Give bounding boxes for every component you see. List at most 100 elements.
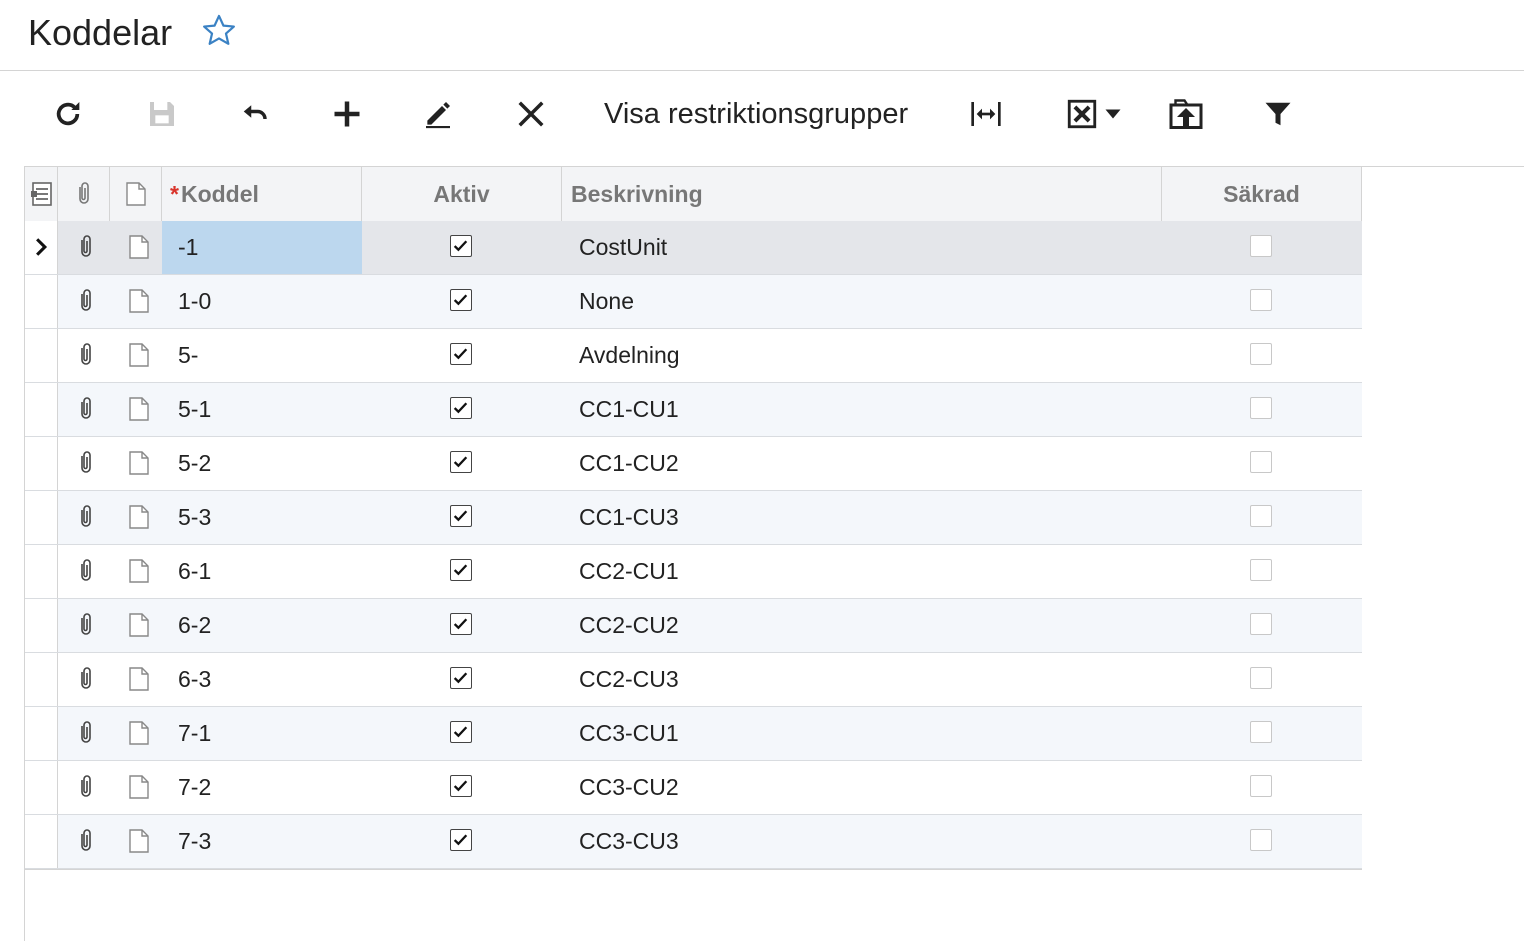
beskrivning-cell[interactable]: CC1-CU1 bbox=[562, 383, 1162, 436]
paperclip-icon[interactable] bbox=[75, 396, 97, 427]
sakrad-checkbox[interactable] bbox=[1250, 343, 1272, 365]
row-selector[interactable] bbox=[25, 599, 58, 652]
document-icon[interactable] bbox=[128, 666, 150, 697]
table-row[interactable]: 6-3 CC2-CU3 bbox=[25, 653, 1362, 707]
paperclip-icon[interactable] bbox=[75, 342, 97, 373]
aktiv-checkbox[interactable] bbox=[450, 559, 472, 581]
document-icon[interactable] bbox=[128, 774, 150, 805]
paperclip-icon[interactable] bbox=[75, 504, 97, 535]
aktiv-checkbox[interactable] bbox=[450, 721, 472, 743]
row-selector[interactable] bbox=[25, 275, 58, 328]
paperclip-icon[interactable] bbox=[75, 612, 97, 643]
koddel-cell[interactable]: 5-3 bbox=[162, 491, 362, 544]
beskrivning-cell[interactable]: CC2-CU2 bbox=[562, 599, 1162, 652]
sakrad-checkbox[interactable] bbox=[1250, 235, 1272, 257]
document-icon[interactable] bbox=[128, 720, 150, 751]
koddel-cell[interactable]: 5-1 bbox=[162, 383, 362, 436]
sakrad-checkbox[interactable] bbox=[1250, 451, 1272, 473]
sakrad-checkbox[interactable] bbox=[1250, 721, 1272, 743]
table-row[interactable]: 5-2 CC1-CU2 bbox=[25, 437, 1362, 491]
row-selector[interactable] bbox=[25, 221, 58, 274]
row-selector[interactable] bbox=[25, 653, 58, 706]
document-icon[interactable] bbox=[128, 558, 150, 589]
undo-button[interactable] bbox=[233, 92, 277, 136]
paperclip-icon[interactable] bbox=[75, 288, 97, 319]
delete-button[interactable] bbox=[509, 92, 553, 136]
row-selector[interactable] bbox=[25, 329, 58, 382]
filter-button[interactable] bbox=[1256, 92, 1300, 136]
sakrad-checkbox[interactable] bbox=[1250, 289, 1272, 311]
sakrad-checkbox[interactable] bbox=[1250, 613, 1272, 635]
row-selector[interactable] bbox=[25, 437, 58, 490]
upload-button[interactable] bbox=[1164, 92, 1208, 136]
koddel-cell[interactable]: -1 bbox=[162, 221, 362, 274]
favorite-star-icon[interactable] bbox=[200, 12, 238, 50]
koddel-cell[interactable]: 5-2 bbox=[162, 437, 362, 490]
paperclip-icon[interactable] bbox=[75, 558, 97, 589]
koddel-cell[interactable]: 7-2 bbox=[162, 761, 362, 814]
koddel-cell[interactable]: 6-2 bbox=[162, 599, 362, 652]
row-selector[interactable] bbox=[25, 545, 58, 598]
refresh-button[interactable] bbox=[46, 92, 90, 136]
row-selector[interactable] bbox=[25, 815, 58, 868]
export-excel-button[interactable] bbox=[1058, 92, 1128, 136]
table-row[interactable]: 5- Avdelning bbox=[25, 329, 1362, 383]
paperclip-icon[interactable] bbox=[75, 450, 97, 481]
row-selector[interactable] bbox=[25, 491, 58, 544]
beskrivning-cell[interactable]: CC2-CU1 bbox=[562, 545, 1162, 598]
koddel-cell[interactable]: 5- bbox=[162, 329, 362, 382]
document-icon[interactable] bbox=[128, 288, 150, 319]
table-row[interactable]: 1-0 None bbox=[25, 275, 1362, 329]
beskrivning-cell[interactable]: CostUnit bbox=[562, 221, 1162, 274]
document-icon[interactable] bbox=[128, 504, 150, 535]
beskrivning-cell[interactable]: None bbox=[562, 275, 1162, 328]
fit-columns-button[interactable] bbox=[964, 92, 1008, 136]
sakrad-checkbox[interactable] bbox=[1250, 505, 1272, 527]
sakrad-checkbox[interactable] bbox=[1250, 559, 1272, 581]
document-icon[interactable] bbox=[128, 234, 150, 265]
koddel-cell[interactable]: 6-1 bbox=[162, 545, 362, 598]
sakrad-checkbox[interactable] bbox=[1250, 775, 1272, 797]
paperclip-icon[interactable] bbox=[75, 666, 97, 697]
row-selector-header[interactable] bbox=[25, 167, 58, 221]
aktiv-checkbox[interactable] bbox=[450, 829, 472, 851]
table-row[interactable]: -1 CostUnit bbox=[25, 221, 1362, 275]
koddel-cell[interactable]: 1-0 bbox=[162, 275, 362, 328]
document-icon[interactable] bbox=[128, 396, 150, 427]
table-row[interactable]: 5-3 CC1-CU3 bbox=[25, 491, 1362, 545]
row-selector[interactable] bbox=[25, 707, 58, 760]
sakrad-checkbox[interactable] bbox=[1250, 397, 1272, 419]
table-row[interactable]: 7-3 CC3-CU3 bbox=[25, 815, 1362, 869]
aktiv-checkbox[interactable] bbox=[450, 397, 472, 419]
document-icon[interactable] bbox=[128, 828, 150, 859]
beskrivning-cell[interactable]: CC1-CU3 bbox=[562, 491, 1162, 544]
document-icon[interactable] bbox=[128, 450, 150, 481]
aktiv-checkbox[interactable] bbox=[450, 343, 472, 365]
aktiv-checkbox[interactable] bbox=[450, 775, 472, 797]
add-button[interactable] bbox=[325, 92, 369, 136]
beskrivning-cell[interactable]: CC3-CU1 bbox=[562, 707, 1162, 760]
sakrad-checkbox[interactable] bbox=[1250, 667, 1272, 689]
koddel-cell[interactable]: 7-3 bbox=[162, 815, 362, 868]
sakrad-checkbox[interactable] bbox=[1250, 829, 1272, 851]
table-row[interactable]: 7-1 CC3-CU1 bbox=[25, 707, 1362, 761]
edit-button[interactable] bbox=[416, 92, 460, 136]
table-row[interactable]: 6-1 CC2-CU1 bbox=[25, 545, 1362, 599]
beskrivning-cell[interactable]: Avdelning bbox=[562, 329, 1162, 382]
save-button[interactable] bbox=[140, 92, 184, 136]
table-row[interactable]: 6-2 CC2-CU2 bbox=[25, 599, 1362, 653]
beskrivning-column-header[interactable]: Beskrivning bbox=[562, 167, 1162, 221]
document-icon[interactable] bbox=[128, 612, 150, 643]
aktiv-checkbox[interactable] bbox=[450, 235, 472, 257]
row-selector[interactable] bbox=[25, 383, 58, 436]
beskrivning-cell[interactable]: CC1-CU2 bbox=[562, 437, 1162, 490]
sakrad-column-header[interactable]: Säkrad bbox=[1162, 167, 1362, 221]
aktiv-checkbox[interactable] bbox=[450, 613, 472, 635]
table-row[interactable]: 7-2 CC3-CU2 bbox=[25, 761, 1362, 815]
beskrivning-cell[interactable]: CC3-CU3 bbox=[562, 815, 1162, 868]
aktiv-checkbox[interactable] bbox=[450, 667, 472, 689]
koddel-column-header[interactable]: *Koddel bbox=[162, 167, 362, 221]
show-restriction-groups-button[interactable]: Visa restriktionsgrupper bbox=[604, 94, 908, 134]
paperclip-icon[interactable] bbox=[75, 774, 97, 805]
document-icon[interactable] bbox=[128, 342, 150, 373]
